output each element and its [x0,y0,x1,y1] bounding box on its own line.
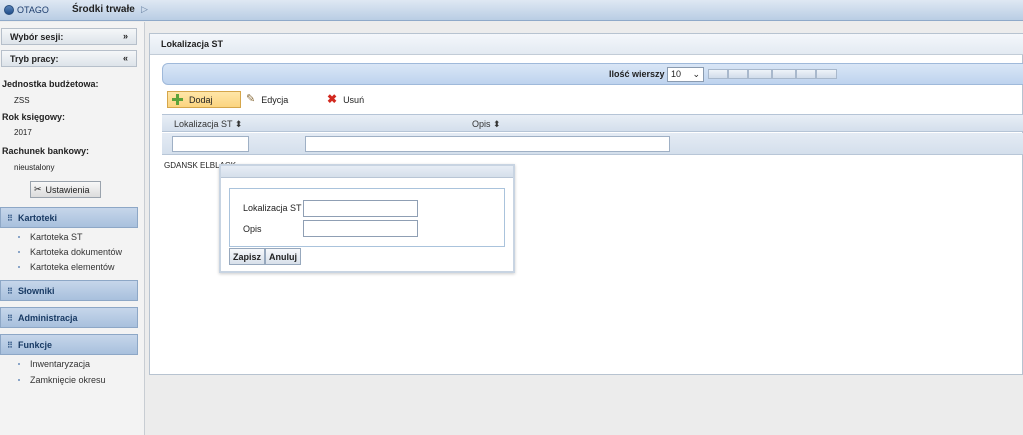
bullet-icon [18,266,20,268]
edit-button[interactable]: ✎ Edycja [242,91,302,108]
bullet-icon [18,379,20,381]
next-page-button[interactable] [796,69,816,79]
menu-arrow-icon[interactable]: ▷ [141,4,148,15]
logo-text: OTAGO [17,5,49,15]
pager-bar: Ilość wierszy 10 ⌄ [162,63,1023,85]
app-logo[interactable]: OTAGO [4,3,49,17]
section-label: Słowniki [18,286,55,296]
nav-item-inwentaryzacja[interactable]: Inwentaryzacja [18,359,90,369]
grid-header: Lokalizacja ST ⬍ Opis ⬍ [162,114,1023,132]
plus-icon [172,94,183,105]
expand-icon[interactable]: » [123,31,128,41]
page-count [772,69,796,79]
nav-item-label: Inwentaryzacja [30,359,91,369]
section-funkcje[interactable]: ⠿ Funkcje [0,334,138,355]
rows-value: 10 [671,69,682,79]
top-bar: OTAGO Środki trwałe ▷ [0,0,1023,21]
app-title[interactable]: Środki trwałe [72,4,135,15]
add-button-label: Dodaj [189,94,213,105]
dialog-fieldset: Lokalizacja ST Opis [229,188,505,247]
dialog-titlebar[interactable] [221,166,513,178]
unit-label: Jednostka budżetowa: [2,79,99,89]
grip-icon: ⠿ [7,341,13,350]
edit-button-label: Edycja [261,94,289,105]
chevron-down-icon: ⌄ [692,69,700,79]
nav-item-kartoteka-st[interactable]: Kartoteka ST [18,232,83,242]
opis-field[interactable] [303,220,418,237]
bullet-icon [18,236,20,238]
opis-label: Opis [243,224,262,234]
session-selector[interactable]: Wybór sesji: » [1,28,137,45]
prev-page-button[interactable] [728,69,748,79]
account-label: Rachunek bankowy: [2,146,90,156]
account-value: nieustalony [14,163,55,172]
grip-icon: ⠿ [7,314,13,323]
bullet-icon [18,251,20,253]
nav-item-kartoteka-elementow[interactable]: Kartoteka elementów [18,262,115,272]
rows-per-page-select[interactable]: 10 ⌄ [667,67,704,82]
tools-icon: ✂ [34,184,42,194]
lokalizacja-field[interactable] [303,200,418,217]
collapse-icon[interactable]: « [123,53,128,63]
filter-opis-input[interactable] [305,136,670,152]
column-header-lokalizacja[interactable]: Lokalizacja ST ⬍ [174,119,242,130]
delete-button-label: Usuń [343,94,365,105]
nav-item-kartoteka-dokumentow[interactable]: Kartoteka dokumentów [18,247,122,257]
section-slowniki[interactable]: ⠿ Słowniki [0,280,138,301]
section-label: Administracja [18,313,78,323]
save-button[interactable]: Zapisz [229,248,266,265]
nav-item-label: Kartoteka ST [30,232,83,242]
column-header-opis[interactable]: Opis ⬍ [472,119,501,130]
filter-lokalizacja-input[interactable] [172,136,249,152]
nav-item-label: Kartoteka elementów [30,262,115,272]
section-administracja[interactable]: ⠿ Administracja [0,307,138,328]
edit-dialog: Lokalizacja ST Opis Zapisz Anuluj [219,164,515,273]
filter-row [162,133,1023,155]
first-page-button[interactable] [708,69,728,79]
edit-icon: ✎ [246,93,256,105]
delete-icon: ✖ [327,92,338,106]
section-kartoteki[interactable]: ⠿ Kartoteki [0,207,138,228]
nav-item-label: Kartoteka dokumentów [30,247,123,257]
bullet-icon [18,363,20,365]
panel-title: Lokalizacja ST [150,34,1023,55]
delete-button[interactable]: ✖ Usuń [323,91,375,108]
sidebar: Wybór sesji: » Tryb pracy: « Jednostka b… [0,22,145,435]
mode-label: Tryb pracy: [10,54,59,64]
last-page-button[interactable] [816,69,837,79]
settings-button-label: Ustawienia [45,184,90,195]
section-label: Kartoteki [18,213,58,223]
nav-item-label: Zamknięcie okresu [30,375,106,385]
nav-item-zamkniecie-okresu[interactable]: Zamknięcie okresu [18,375,106,385]
rows-label: Ilość wierszy [609,69,665,79]
toolbar: Dodaj ✎ Edycja ✖ Usuń [162,88,1023,112]
settings-button[interactable]: ✂ Ustawienia [30,181,101,198]
session-label: Wybór sesji: [10,32,64,42]
grip-icon: ⠿ [7,214,13,223]
lokalizacja-label: Lokalizacja ST [243,203,302,213]
grip-icon: ⠿ [7,287,13,296]
add-button[interactable]: Dodaj [167,91,241,108]
cancel-button[interactable]: Anuluj [265,248,301,265]
section-label: Funkcje [18,340,53,350]
year-value: 2017 [14,128,32,137]
unit-value: ZSS [14,96,30,105]
year-label: Rok księgowy: [2,112,66,122]
page-number-input[interactable] [748,69,772,79]
work-mode-selector[interactable]: Tryb pracy: « [1,50,137,67]
otago-logo-icon [4,5,14,15]
